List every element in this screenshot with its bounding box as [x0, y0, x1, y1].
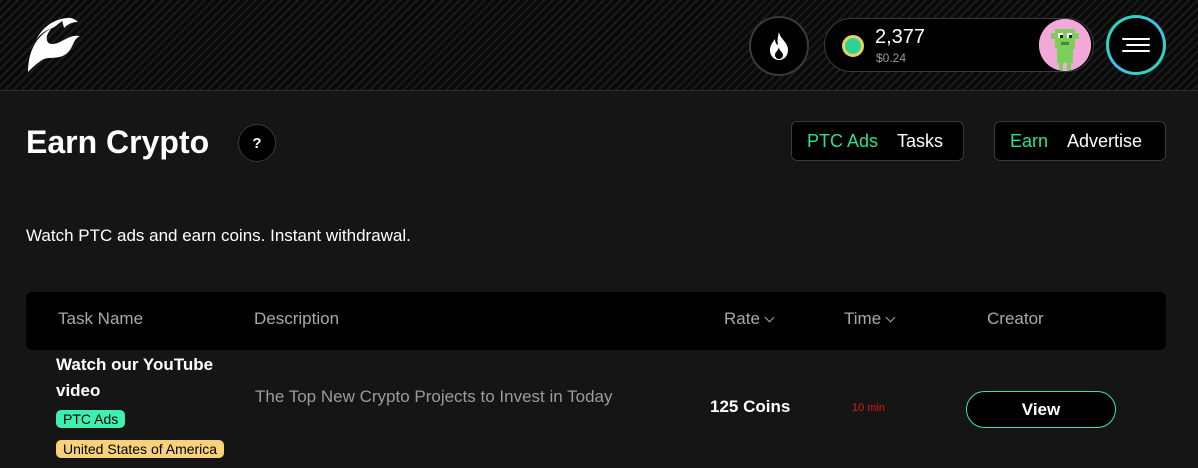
chevron-down-icon	[885, 312, 896, 322]
task-type-badge: PTC Ads	[56, 410, 126, 428]
tab-ptc-ads[interactable]: PTC Ads	[807, 131, 878, 152]
streak-fire-button[interactable]	[749, 16, 809, 76]
column-creator: Creator	[987, 309, 1044, 328]
wallet-balance[interactable]: 2,377 $0.24	[824, 18, 1094, 72]
task-name: Watch our YouTube video	[56, 355, 214, 400]
page-subtitle: Watch PTC ads and earn coins. Instant wi…	[26, 226, 411, 245]
chevron-down-icon	[764, 312, 775, 322]
top-header: 2,377 $0.24	[0, 0, 1198, 91]
tab-tasks[interactable]: Tasks	[897, 131, 943, 152]
coin-balance: 2,377	[875, 26, 926, 48]
view-button[interactable]: View	[966, 391, 1116, 428]
column-description: Description	[254, 309, 340, 328]
column-time-sort[interactable]: Time	[844, 309, 896, 329]
task-rate: 125 Coins	[710, 397, 791, 416]
country-badge: United States of America	[56, 440, 225, 458]
coin-icon	[842, 35, 864, 57]
type-toggle: PTC Ads Tasks	[791, 121, 964, 161]
tab-earn[interactable]: Earn	[1010, 131, 1048, 152]
mode-toggle: Earn Advertise	[994, 121, 1166, 161]
avatar[interactable]	[1039, 19, 1091, 71]
fire-icon	[770, 32, 788, 60]
help-button[interactable]: ?	[238, 124, 276, 162]
tab-advertise[interactable]: Advertise	[1067, 131, 1142, 152]
usd-balance: $0.24	[876, 51, 907, 65]
table-row: Watch our YouTube video PTC Ads United S…	[26, 350, 1166, 468]
column-rate-sort[interactable]: Rate	[724, 309, 775, 329]
hamburger-menu-icon	[1122, 34, 1150, 56]
logo-icon[interactable]	[22, 14, 84, 76]
column-task-name: Task Name	[58, 309, 144, 328]
task-time: 10 min	[852, 402, 886, 414]
page-title: Earn Crypto	[26, 124, 210, 160]
menu-button[interactable]	[1106, 15, 1166, 75]
table-header: Task Name Description Rate Time Creator	[26, 292, 1166, 350]
pixel-avatar-icon	[1039, 19, 1091, 71]
task-description: The Top New Crypto Projects to Invest in…	[255, 387, 613, 406]
